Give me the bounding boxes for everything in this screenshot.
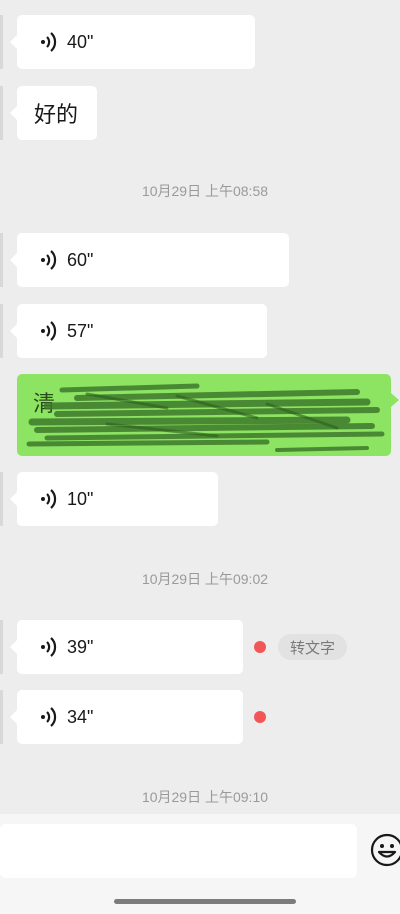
unread-dot: [254, 711, 266, 723]
home-indicator[interactable]: [114, 899, 296, 904]
avatar[interactable]: [0, 690, 3, 744]
convert-to-text-label: 转文字: [290, 639, 336, 657]
voice-wave-icon: [41, 321, 57, 341]
avatar[interactable]: [0, 15, 3, 69]
redaction-scribble: [26, 383, 385, 452]
voice-message[interactable]: 40": [10, 15, 255, 69]
voice-duration: 60": [67, 249, 94, 270]
voice-wave-icon: [41, 32, 57, 52]
voice-duration: 10": [67, 488, 94, 509]
convert-to-text-button[interactable]: 转文字: [278, 634, 348, 660]
avatar[interactable]: [0, 86, 3, 140]
message-text: 好的: [34, 102, 79, 127]
voice-duration: 40": [67, 31, 94, 52]
voice-wave-icon: [41, 489, 57, 509]
voice-message[interactable]: 39": [10, 620, 243, 674]
voice-message[interactable]: 10": [10, 472, 218, 526]
voice-message[interactable]: 34": [10, 690, 243, 744]
avatar[interactable]: [0, 233, 3, 287]
voice-wave-icon: [41, 707, 57, 727]
avatar[interactable]: [0, 304, 3, 358]
timestamp: 10月29日 上午09:10: [141, 789, 269, 805]
voice-wave-icon: [41, 250, 57, 270]
text-message[interactable]: 好的: [10, 86, 97, 140]
emoji-icon[interactable]: [369, 832, 400, 868]
voice-duration: 39": [67, 636, 94, 657]
outgoing-text-message[interactable]: 清: [17, 374, 391, 456]
timestamp: 10月29日 上午09:02: [141, 571, 269, 587]
avatar[interactable]: [0, 620, 3, 674]
voice-message[interactable]: 57": [10, 304, 267, 358]
voice-wave-icon: [41, 637, 57, 657]
voice-duration: 57": [67, 320, 94, 341]
avatar[interactable]: [0, 472, 3, 526]
voice-message[interactable]: 60": [10, 233, 289, 287]
voice-duration: 34": [67, 706, 94, 727]
unread-dot: [254, 641, 266, 653]
timestamp: 10月29日 上午08:58: [141, 183, 269, 199]
message-input[interactable]: [0, 824, 357, 878]
bubble-tail: [391, 393, 399, 407]
